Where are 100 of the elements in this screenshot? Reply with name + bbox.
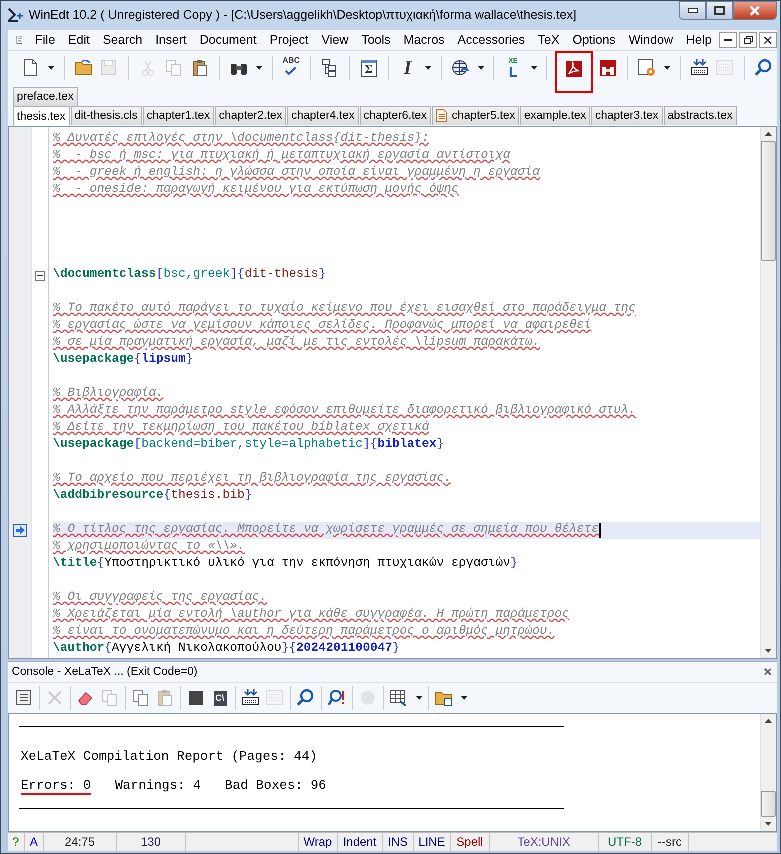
vertical-scrollbar[interactable]	[760, 127, 776, 658]
menu-item[interactable]: Project	[264, 33, 316, 48]
globe-icon	[450, 58, 471, 78]
scroll-up-icon	[764, 718, 773, 724]
file-tab[interactable]: example.tex	[520, 106, 590, 126]
code-comment: % - bsc ή msc: για πτυχιακή ή μεταπτυχιακή εργασία αντίστοιχα	[53, 148, 511, 164]
code-comment: % Το πακέτο αυτό παράγει το τυχαίο κείμενο που έχει εισαχθεί στο παράδειγμα της	[53, 301, 636, 318]
status-item: 130	[117, 833, 186, 851]
status-item: INS	[383, 833, 414, 851]
status-item: ?	[8, 833, 25, 851]
sum-button[interactable]: Σ	[356, 55, 382, 82]
menu-item[interactable]: Macros	[398, 33, 452, 48]
status-item: 24:75	[44, 833, 117, 851]
menu-item[interactable]: Accessories	[452, 33, 532, 48]
file-tab[interactable]: chapter3.tex	[591, 106, 663, 126]
caret-icon	[460, 696, 468, 700]
search-icon	[754, 58, 774, 78]
scroll-down-icon	[764, 648, 773, 654]
minimize-button[interactable]	[679, 1, 706, 20]
code-comment: % - oneside: παραγωγή κειμένου για εκτύπωση μονής όψης	[53, 182, 459, 198]
scrollbar-thumb[interactable]	[761, 791, 776, 818]
status-item: UTF-8	[599, 833, 652, 851]
menu-item[interactable]: Edit	[62, 33, 97, 48]
code-comment: % σε μία πραγματική εργασία, μαζί με τις εντολές \lipsum παρακάτω.	[53, 335, 540, 352]
italic-button[interactable]: I	[394, 55, 421, 82]
window-title: WinEdt 10.2 ( Unregistered Copy ) - [C:\Users\aggelikh\Desktop\πτυχιακή\forma wallace\thesis.tex]	[29, 8, 577, 22]
file-tab[interactable]: thesis.tex	[13, 106, 70, 126]
caret-icon	[664, 66, 672, 70]
scroll-up-icon	[764, 131, 773, 138]
file-tab[interactable]: chapter5.tex	[432, 106, 520, 126]
pdf-search-icon	[598, 58, 618, 78]
copy-icon	[131, 688, 151, 708]
report-stat: Warnings: 4	[115, 778, 202, 796]
restore-document-button[interactable]	[739, 32, 757, 48]
file-tab[interactable]: dit-thesis.cls	[70, 106, 142, 126]
menu-item[interactable]: Search	[96, 33, 150, 48]
code-comment: % Αλλάξτε την παράμετρο style εφόσον επιθυμείτε διαφορετικό βιβλιογραφικό στυλ.	[53, 403, 636, 420]
menu-item[interactable]: Tools	[356, 33, 398, 48]
restore-document-icon	[742, 35, 754, 46]
close-icon	[763, 667, 773, 678]
file-tab[interactable]: chapter2.tex	[215, 106, 286, 126]
code-comment: % Δείτε την τεκμηρίωση του πακέτου biblatex σχετικά	[53, 420, 430, 436]
report-stat: Errors: 0	[21, 778, 92, 796]
code-line: \title{Υποστηρικτικό υλικό για την εκπόνηση πτυχιακών εργασιών}	[53, 556, 518, 572]
command-prompt-button[interactable]: C\	[208, 685, 232, 712]
console-title: Console - XeLaTeX ... (Exit Code=0)	[12, 666, 198, 678]
status-item: TeX:UNIX	[490, 833, 599, 851]
maximize-icon	[714, 6, 725, 15]
code-comment: % - greek ή english: η γλώσσα στην οποία είναι γραμμένη η εργασία	[53, 165, 540, 182]
file-tab[interactable]: preface.tex	[13, 87, 78, 106]
menu-item[interactable]: Options	[566, 33, 623, 48]
app-icon	[8, 7, 24, 24]
close-document-button[interactable]	[759, 32, 777, 48]
vertical-scrollbar[interactable]	[760, 714, 776, 832]
status-item: LINE	[414, 833, 451, 851]
code-comment: % Δυνατές επιλογές στην \documentclass{dit-thesis}:	[53, 131, 430, 148]
menu-item[interactable]: Insert	[150, 33, 194, 48]
code-comment: % Ο τίτλος της εργασίας. Μπορείτε να χωρίσετε γραμμές σε σημεία που θέλετε	[53, 522, 600, 538]
code-line: \usepackage{lipsum}	[53, 352, 194, 368]
keyboard-icon	[265, 688, 285, 708]
menu-item[interactable]: TeX	[532, 33, 567, 48]
table-icon	[389, 688, 409, 708]
document-settings-icon	[636, 58, 657, 78]
file-tab[interactable]: abstracts.tex	[664, 106, 737, 126]
caret-icon	[48, 66, 56, 70]
menu-item[interactable]: View	[316, 33, 356, 48]
copy-icon	[164, 58, 184, 78]
file-tab[interactable]: chapter6.tex	[360, 106, 432, 126]
menu-item[interactable]: File	[29, 33, 62, 48]
folder-icon	[74, 58, 94, 78]
keyboard-arrow-icon	[690, 58, 710, 78]
spell-check-button[interactable]: ABC	[278, 55, 304, 82]
scrollbar-thumb[interactable]	[761, 141, 776, 262]
maximize-button[interactable]	[706, 1, 733, 20]
caret-icon	[530, 66, 538, 70]
file-tab[interactable]: chapter1.tex	[142, 106, 214, 126]
code-comment: % χρησιμοποιώντας το «\\».	[53, 539, 245, 556]
keyboard-arrow-icon	[241, 688, 261, 708]
code-line: \addbibresource{thesis.bib}	[53, 488, 252, 504]
caret-icon	[425, 66, 432, 70]
text-cursor	[599, 523, 602, 538]
close-button[interactable]	[763, 667, 773, 678]
report-title: XeLaTeX Compilation Report (Pages: 44)	[21, 749, 318, 764]
minimize-document-icon	[724, 39, 732, 42]
keyboard-icon	[715, 58, 736, 78]
close-document-icon	[763, 36, 773, 45]
code-line: \documentclass[bsc,greek]{dit-thesis}	[53, 267, 326, 284]
code-line: \author{Αγγελική Νικολακοπούλου}{2024201100047}	[53, 641, 400, 658]
status-item: --src	[652, 833, 689, 851]
minimize-document-button[interactable]	[719, 32, 737, 48]
file-tab[interactable]: chapter4.tex	[287, 106, 359, 126]
report-stat: Bad Boxes: 96	[225, 778, 326, 796]
code-comment: % Το αρχείο που περιέχει τη βιβλιογραφία της εργασίας.	[53, 471, 452, 488]
menu-item[interactable]: Window	[622, 33, 680, 48]
close-button[interactable]	[733, 1, 777, 20]
status-item: A	[25, 833, 44, 851]
search-alert-icon	[327, 688, 347, 708]
menu-item[interactable]: Help	[680, 33, 719, 48]
menu-item[interactable]: Document	[194, 33, 264, 48]
status-item: Wrap	[299, 833, 338, 851]
